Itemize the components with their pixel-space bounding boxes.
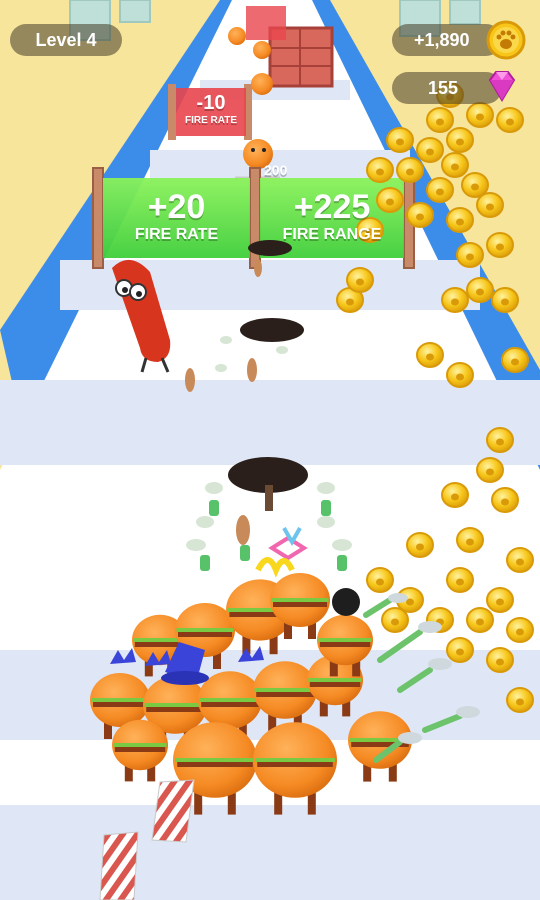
coin [486, 232, 514, 258]
coin [466, 102, 494, 128]
coin [446, 127, 474, 153]
game-scene[interactable]: -10 FIRE RATE +20 FIRE RATE +225 FIRE RA… [0, 0, 540, 900]
coin-count: +1,890 [414, 29, 470, 50]
pink-gem-icon [488, 71, 516, 102]
coin [406, 532, 434, 558]
coin [381, 607, 409, 633]
coin [456, 527, 484, 553]
coin [446, 567, 474, 593]
coin [486, 647, 514, 673]
coin [456, 242, 484, 268]
gem-count: 155 [428, 77, 459, 98]
right-gate-label: FIRE RANGE [282, 226, 382, 243]
coin [501, 347, 529, 373]
coin [491, 287, 519, 313]
coin [506, 687, 534, 713]
coin [426, 177, 454, 203]
enemy-hp: 200 [264, 162, 288, 178]
coin [366, 157, 394, 183]
coin [486, 427, 514, 453]
coin [441, 482, 469, 508]
coin [446, 207, 474, 233]
coin [366, 567, 394, 593]
far-gate: -10 FIRE RATE [176, 92, 246, 126]
game-world [0, 0, 540, 900]
paw-coin-icon [486, 20, 526, 60]
coin [396, 157, 424, 183]
coin [476, 192, 504, 218]
coin [466, 607, 494, 633]
coin [441, 287, 469, 313]
coin [416, 342, 444, 368]
coin [406, 202, 434, 228]
coin [506, 547, 534, 573]
right-gate-value: +225 [293, 188, 371, 226]
coin [346, 267, 374, 293]
coin [476, 457, 504, 483]
left-gate-value: +20 [147, 188, 206, 226]
coin [486, 587, 514, 613]
level-indicator: Level 4 [10, 24, 122, 56]
left-gate: +20 FIRE RATE [103, 188, 250, 244]
coin [491, 487, 519, 513]
coin [466, 277, 494, 303]
far-gate-label: FIRE RATE [184, 115, 238, 126]
left-gate-label: FIRE RATE [134, 226, 219, 243]
coin [386, 127, 414, 153]
right-gate: +225 FIRE RANGE [260, 188, 404, 244]
coin [446, 637, 474, 663]
coin [446, 362, 474, 388]
far-gate-value: -10 [196, 92, 226, 114]
coin [426, 107, 454, 133]
coin [416, 137, 444, 163]
level-label: Level 4 [35, 29, 97, 50]
coin [506, 617, 534, 643]
coin [496, 107, 524, 133]
coin [441, 152, 469, 178]
